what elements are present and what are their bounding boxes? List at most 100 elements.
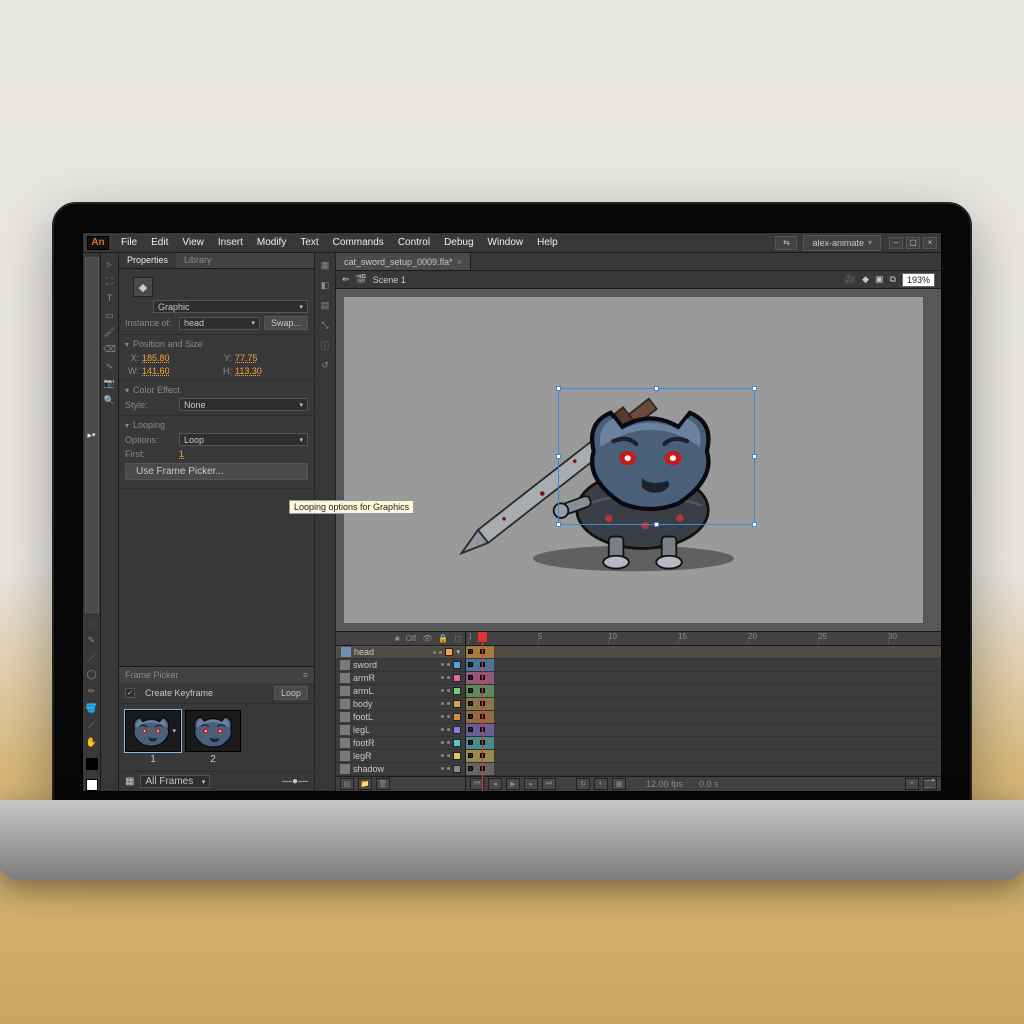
layer-footR[interactable]: footR <box>336 737 465 750</box>
loop-first-value[interactable]: 1 <box>179 449 184 459</box>
instance-type-select[interactable]: Graphic <box>153 300 308 313</box>
layer-sword[interactable]: sword <box>336 659 465 672</box>
track-legR[interactable] <box>466 750 941 763</box>
tab-library[interactable]: Library <box>176 253 220 268</box>
w-value[interactable]: 141.60 <box>142 366 215 376</box>
layer-legR[interactable]: legR <box>336 750 465 763</box>
workspace-switcher[interactable]: alex-animate <box>803 235 881 251</box>
eraser-tool-icon[interactable]: ⌫ <box>103 342 117 356</box>
menu-help[interactable]: Help <box>531 234 564 251</box>
pen-tool-icon[interactable]: ✎ <box>85 633 99 647</box>
fps-readout[interactable]: 12.00 fps <box>646 779 683 789</box>
menu-edit[interactable]: Edit <box>145 234 174 251</box>
swap-button[interactable]: Swap... <box>264 316 308 330</box>
frame-picker-loop-button[interactable]: Loop <box>274 686 308 700</box>
fill-swatch[interactable] <box>86 779 98 791</box>
maximize-button[interactable]: ▢ <box>906 237 920 249</box>
fit-icon[interactable]: ▣ <box>875 274 884 285</box>
stage[interactable] <box>344 297 923 623</box>
eyedrop-tool-icon[interactable]: ∿ <box>103 359 117 373</box>
minimize-button[interactable]: – <box>889 237 903 249</box>
h-value[interactable]: 113.30 <box>235 366 308 376</box>
zoom-field[interactable]: 193% <box>902 273 935 287</box>
center-frame-icon[interactable]: ⌖ <box>905 778 919 790</box>
frame-filter-select[interactable]: All Frames <box>140 775 210 788</box>
track-body[interactable] <box>466 698 941 711</box>
track-head[interactable] <box>466 646 941 659</box>
x-value[interactable]: 185.80 <box>142 353 215 363</box>
menu-commands[interactable]: Commands <box>327 234 390 251</box>
lasso-tool-icon[interactable]: ◌ <box>85 616 99 630</box>
menu-control[interactable]: Control <box>392 234 436 251</box>
layer-legL[interactable]: legL <box>336 724 465 737</box>
loop-playback-icon[interactable]: ↻ <box>576 778 590 790</box>
track-legL[interactable] <box>466 724 941 737</box>
track-armL[interactable] <box>466 685 941 698</box>
thumb-slider-icon[interactable]: —●— <box>282 776 308 787</box>
sync-icon[interactable]: ⇆ <box>775 236 797 250</box>
layer-armL[interactable]: armL <box>336 685 465 698</box>
oval-tool-icon[interactable]: ◯ <box>85 667 99 681</box>
zoom-tool-icon[interactable]: 🔍 <box>103 393 117 407</box>
menu-modify[interactable]: Modify <box>251 234 292 251</box>
new-folder-icon[interactable]: 📁 <box>358 778 372 790</box>
layer-body[interactable]: body <box>336 698 465 711</box>
color-panel-icon[interactable]: ◧ <box>317 277 333 293</box>
frame-thumb-2[interactable]: 2 <box>185 710 241 765</box>
visibility-column-icon[interactable]: 👁 <box>422 634 432 643</box>
edit-symbol-icon[interactable]: ◆ <box>862 274 869 285</box>
menu-insert[interactable]: Insert <box>212 234 249 251</box>
stage-viewport[interactable] <box>336 289 941 631</box>
layer-footL[interactable]: footL <box>336 711 465 724</box>
menu-view[interactable]: View <box>176 234 210 251</box>
step-back-icon[interactable]: ◂ <box>488 778 502 790</box>
tab-properties[interactable]: Properties <box>119 253 176 268</box>
transform-panel-icon[interactable]: ⤡ <box>317 317 333 333</box>
selection-bounds[interactable] <box>558 388 755 525</box>
play-icon[interactable]: ▶ <box>506 778 520 790</box>
section-looping[interactable]: Looping <box>125 420 308 430</box>
clip-icon[interactable]: ⧉ <box>890 274 896 285</box>
pencil-tool-icon[interactable]: ✏ <box>85 684 99 698</box>
info-panel-icon[interactable]: ⓘ <box>317 337 333 353</box>
panel-menu-icon[interactable]: ≡ <box>303 670 308 680</box>
playhead[interactable] <box>482 632 483 791</box>
step-fwd-icon[interactable]: ▸ <box>524 778 538 790</box>
align-panel-icon[interactable]: ▦ <box>317 257 333 273</box>
menu-debug[interactable]: Debug <box>438 234 479 251</box>
brush-tool-icon[interactable]: 🖌 <box>103 325 117 339</box>
history-panel-icon[interactable]: ↺ <box>317 357 333 373</box>
track-footR[interactable] <box>466 737 941 750</box>
colorfx-style-select[interactable]: None <box>179 398 308 411</box>
close-button[interactable]: × <box>923 237 937 249</box>
new-layer-icon[interactable]: ▤ <box>340 778 354 790</box>
layer-shadow[interactable]: shadow <box>336 763 465 776</box>
lock-column-icon[interactable]: 🔒 <box>438 634 448 643</box>
subselect-tool-icon[interactable]: ▹ <box>103 257 117 271</box>
thumb-size-icon[interactable]: ▦ <box>125 776 134 787</box>
scene-name[interactable]: Scene 1 <box>373 275 406 285</box>
rect-tool-icon[interactable]: ▭ <box>103 308 117 322</box>
bone-tool-icon[interactable]: ⟋ <box>85 718 99 732</box>
edit-multiple-icon[interactable]: ▦ <box>612 778 626 790</box>
line-tool-icon[interactable]: ／ <box>85 650 99 664</box>
track-shadow[interactable] <box>466 763 941 776</box>
edit-scene-icon[interactable]: 🎥 <box>845 274 856 285</box>
create-keyframe-checkbox[interactable]: ✓ <box>125 688 135 698</box>
scene-back-icon[interactable]: ⇐ <box>342 274 350 285</box>
swatches-panel-icon[interactable]: ▤ <box>317 297 333 313</box>
camera-tool-icon[interactable]: 📷 <box>103 376 117 390</box>
frame-thumb-1[interactable]: 1 <box>125 710 181 765</box>
menu-window[interactable]: Window <box>482 234 530 251</box>
delete-layer-icon[interactable]: 🗑 <box>376 778 390 790</box>
selection-tool-icon[interactable]: ▸ <box>85 257 99 613</box>
goto-last-icon[interactable]: ⏭ <box>542 778 556 790</box>
loop-options-select[interactable]: Loop <box>179 433 308 446</box>
document-tab[interactable]: cat_sword_setup_0009.fla* <box>336 253 471 270</box>
hand-tool-icon[interactable]: ✋ <box>85 735 99 749</box>
instance-name-field[interactable]: head <box>179 317 260 330</box>
stroke-swatch[interactable] <box>86 758 98 770</box>
timeline-zoom-icon[interactable]: —●— <box>923 778 937 790</box>
track-armR[interactable] <box>466 672 941 685</box>
transform-tool-icon[interactable]: ⛶ <box>103 274 117 288</box>
